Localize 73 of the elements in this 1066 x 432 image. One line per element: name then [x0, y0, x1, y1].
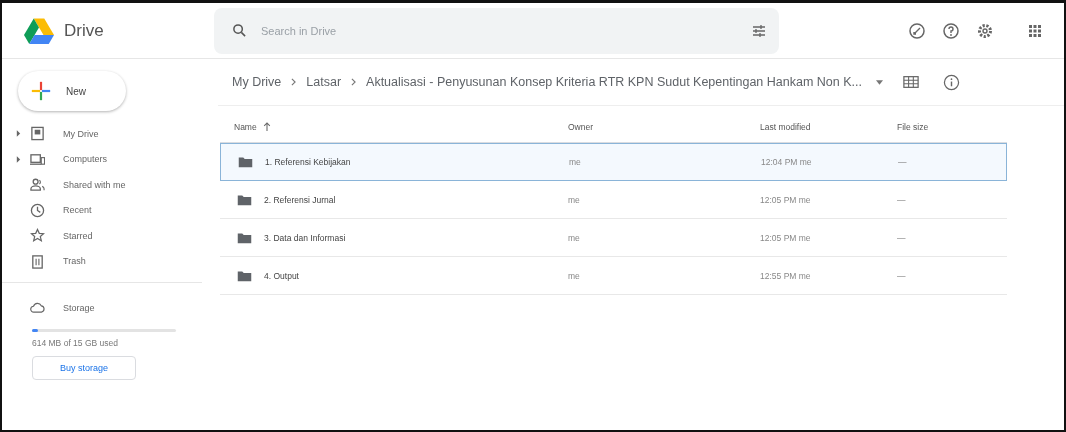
folder-icon — [237, 269, 252, 282]
size-cell: — — [897, 270, 906, 281]
sidebar-label: Recent — [63, 205, 92, 216]
sidebar-item[interactable]: Shared with me — [2, 172, 214, 198]
folder-icon — [237, 231, 252, 244]
file-row[interactable]: 2. Referensi Jurnal me 12:05 PM me — — [220, 181, 1007, 219]
sidebar-item[interactable]: Trash — [2, 248, 214, 274]
storage-usage: 614 MB of 15 GB used — [32, 337, 119, 348]
people-icon — [30, 177, 45, 193]
owner-cell: me — [569, 157, 581, 167]
search-icon — [232, 23, 247, 38]
file-name: 4. Output — [264, 270, 299, 281]
trash-icon — [30, 253, 45, 269]
buy-storage-button[interactable]: Buy storage — [32, 355, 136, 380]
cloud-icon — [30, 300, 45, 316]
expand-arrow-icon[interactable] — [16, 130, 21, 138]
owner-cell: me — [568, 194, 580, 205]
storage-item[interactable]: Storage — [2, 295, 202, 321]
sidebar-label: Trash — [63, 256, 86, 267]
new-button[interactable]: New — [18, 71, 126, 111]
modified-cell: 12:05 PM me — [760, 194, 811, 205]
search-field[interactable]: Search in Drive — [259, 23, 739, 38]
chevron-right-icon — [291, 78, 297, 86]
folder-icon — [237, 193, 252, 206]
filter-options-icon[interactable] — [751, 22, 767, 39]
grid-view-icon[interactable] — [902, 75, 919, 89]
star-icon — [30, 228, 45, 244]
sidebar-label: Computers — [63, 154, 107, 165]
plus-icon — [30, 80, 52, 102]
modified-cell: 12:55 PM me — [760, 270, 811, 281]
sort-up-arrow-icon[interactable] — [262, 122, 271, 132]
search-bar[interactable]: Search in Drive — [214, 7, 779, 54]
size-cell: — — [897, 194, 906, 205]
sidebar-label: My Drive — [63, 128, 99, 139]
expand-arrow-icon[interactable] — [16, 155, 21, 163]
storage-label: Storage — [63, 302, 95, 313]
breadcrumb-item[interactable]: Aktualisasi - Penyusunan Konsep Kriteria RTR KPN Sudut Kepentingan Hankam Non K... — [366, 75, 862, 89]
column-header[interactable]: Owner — [568, 122, 594, 132]
file-name: 2. Referensi Jurnal — [264, 194, 336, 205]
file-row[interactable]: 3. Data dan Informasi me 12:05 PM me — — [220, 219, 1007, 257]
file-row[interactable]: 1. Referensi Kebijakan me 12:04 PM me — — [220, 143, 1007, 181]
sidebar-item[interactable]: Computers — [2, 146, 214, 172]
folder-icon — [238, 156, 253, 168]
file-row[interactable]: 4. Output me 12:55 PM me — — [220, 257, 1007, 295]
column-header[interactable]: Last modified — [760, 122, 811, 132]
owner-cell: me — [568, 232, 580, 243]
breadcrumb-item[interactable]: My Drive — [232, 75, 282, 89]
size-cell: — — [897, 232, 906, 243]
drive-icon — [30, 126, 45, 142]
app-name: Drive — [64, 20, 104, 41]
chevron-right-icon — [351, 78, 357, 86]
sidebar-label: Shared with me — [63, 179, 126, 190]
file-name: 1. Referensi Kebijakan — [265, 157, 351, 167]
modified-cell: 12:05 PM me — [760, 232, 811, 243]
info-icon[interactable] — [942, 73, 960, 91]
sidebar-item[interactable]: Starred — [2, 223, 214, 249]
sidebar-item[interactable]: My Drive — [2, 121, 214, 147]
column-header[interactable]: File size — [897, 122, 929, 132]
modified-cell: 12:04 PM me — [761, 157, 812, 167]
clock-icon — [30, 202, 45, 218]
dropdown-arrow-icon[interactable] — [875, 79, 883, 85]
file-name: 3. Data dan Informasi — [264, 232, 346, 243]
settings-icon[interactable] — [976, 21, 994, 40]
computer-icon — [30, 151, 45, 167]
breadcrumb-item[interactable]: Latsar — [306, 75, 342, 89]
owner-cell: me — [568, 270, 580, 281]
drive-logo-icon — [24, 17, 54, 44]
column-header[interactable]: Name — [234, 122, 257, 132]
sidebar-item[interactable]: Recent — [2, 197, 214, 223]
help-icon[interactable] — [942, 21, 960, 40]
size-cell: — — [898, 157, 907, 167]
offline-status-icon[interactable] — [908, 21, 926, 40]
sidebar-label: Starred — [63, 230, 93, 241]
